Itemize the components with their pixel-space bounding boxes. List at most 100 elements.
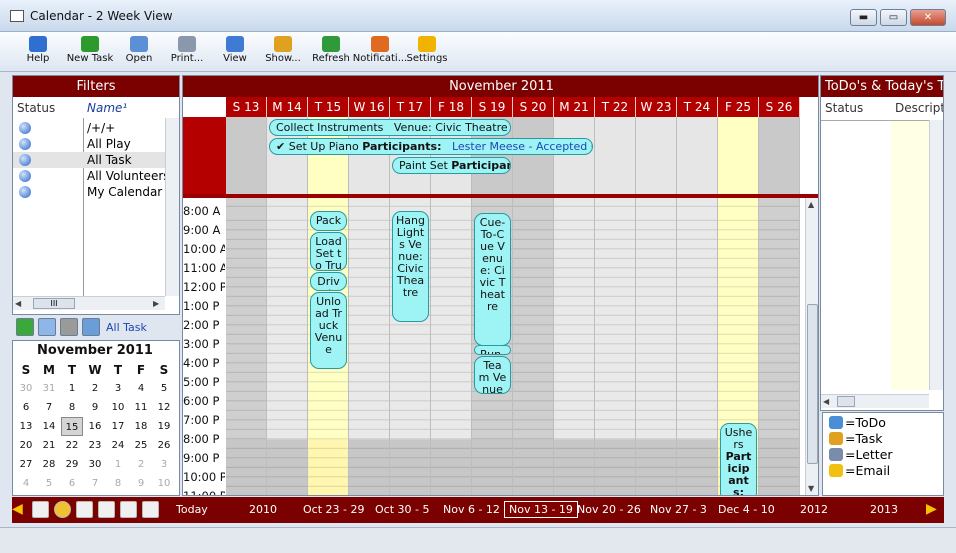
day-header[interactable]: M 14 bbox=[267, 97, 308, 117]
mini-calendar-day[interactable]: 14 bbox=[38, 417, 60, 436]
mini-calendar-day[interactable]: 26 bbox=[153, 436, 175, 455]
timed-event[interactable]: Drive to Venue bbox=[310, 272, 347, 292]
mini-calendar-day[interactable]: 5 bbox=[153, 379, 175, 398]
timed-event[interactable]: Team Venue bbox=[474, 355, 511, 394]
allday-cell[interactable] bbox=[513, 117, 554, 194]
mini-calendar-day[interactable]: 22 bbox=[61, 436, 83, 455]
day-header[interactable]: F 25 bbox=[718, 97, 759, 117]
todo-status-column-header[interactable]: Status bbox=[825, 98, 863, 118]
nav-day-view-icon[interactable] bbox=[76, 501, 93, 518]
mini-calendar-day[interactable]: 8 bbox=[61, 398, 83, 417]
nav-week-view-icon[interactable] bbox=[120, 501, 137, 518]
todo-vscroll[interactable] bbox=[929, 120, 943, 390]
day-header[interactable]: S 13 bbox=[226, 97, 267, 117]
day-column[interactable] bbox=[759, 198, 800, 495]
day-header[interactable]: W 23 bbox=[636, 97, 677, 117]
mini-calendar-day[interactable]: 29 bbox=[61, 455, 83, 474]
close-button[interactable]: ✕ bbox=[910, 9, 946, 26]
mini-calendar-day[interactable]: 15 bbox=[61, 417, 83, 436]
search-filter-button[interactable] bbox=[38, 318, 56, 336]
mini-calendar-day[interactable]: 10 bbox=[153, 474, 175, 493]
nav-download-icon[interactable] bbox=[32, 501, 49, 518]
scroll-up-arrow-icon[interactable]: ▲ bbox=[808, 200, 814, 209]
timed-event[interactable]: Run-Thru bbox=[474, 345, 511, 355]
day-header[interactable]: S 19 bbox=[472, 97, 513, 117]
hscroll-thumb[interactable]: III bbox=[33, 298, 75, 309]
mini-calendar-day[interactable]: 30 bbox=[84, 455, 106, 474]
toolbar-button-settings[interactable]: Settings bbox=[397, 34, 457, 64]
allday-event[interactable]: ✔ Set Up Piano Participants: Lester Mees… bbox=[269, 138, 593, 155]
day-column[interactable] bbox=[513, 198, 554, 495]
day-header[interactable]: T 22 bbox=[595, 97, 636, 117]
mini-calendar-day[interactable]: 12 bbox=[153, 398, 175, 417]
day-column[interactable] bbox=[554, 198, 595, 495]
filter-item[interactable]: All Volunteers bbox=[13, 168, 167, 184]
day-header[interactable]: M 21 bbox=[554, 97, 595, 117]
day-column[interactable] bbox=[595, 198, 636, 495]
mini-calendar-day[interactable]: 4 bbox=[130, 379, 152, 398]
filter-item[interactable]: My Calendar bbox=[13, 184, 167, 200]
scroll-left-arrow-icon[interactable]: ◀ bbox=[15, 299, 21, 308]
nav-link[interactable]: Nov 27 - 3 bbox=[650, 503, 707, 516]
day-column[interactable] bbox=[636, 198, 677, 495]
nav-link[interactable]: Nov 20 - 26 bbox=[577, 503, 641, 516]
mini-calendar-day[interactable]: 1 bbox=[61, 379, 83, 398]
allday-cell[interactable] bbox=[554, 117, 595, 194]
calendar-vscroll-thumb[interactable] bbox=[807, 304, 818, 464]
toolbar-button-help[interactable]: Help bbox=[8, 34, 68, 64]
remove-filter-button[interactable] bbox=[60, 318, 78, 336]
mini-calendar-day[interactable]: 7 bbox=[38, 398, 60, 417]
add-filter-button[interactable] bbox=[16, 318, 34, 336]
nav-link[interactable]: Dec 4 - 10 bbox=[718, 503, 775, 516]
timed-event[interactable]: Pack bbox=[310, 211, 347, 232]
nav-link[interactable]: 2010 bbox=[249, 503, 277, 516]
filters-hscroll[interactable]: ◀ III ▶ bbox=[13, 296, 165, 310]
minimize-button[interactable]: ▬ bbox=[850, 9, 877, 26]
nav-link[interactable]: Nov 13 - 19 bbox=[504, 501, 578, 518]
allday-cell[interactable] bbox=[759, 117, 800, 194]
mini-calendar-day[interactable]: 18 bbox=[130, 417, 152, 436]
name-column-header[interactable]: Name¹ bbox=[87, 98, 127, 118]
mini-calendar-day[interactable]: 10 bbox=[107, 398, 129, 417]
timed-event[interactable]: Ushers Participants: bbox=[720, 423, 757, 495]
mini-calendar-day[interactable]: 31 bbox=[38, 379, 60, 398]
nav-month-view-icon[interactable] bbox=[142, 501, 159, 518]
allday-cell[interactable] bbox=[677, 117, 718, 194]
filter-item[interactable]: All Task bbox=[13, 152, 167, 168]
allday-cell[interactable] bbox=[595, 117, 636, 194]
filter-options-button[interactable] bbox=[82, 318, 100, 336]
filter-item[interactable]: /+/+ bbox=[13, 120, 167, 136]
nav-link[interactable]: 2012 bbox=[800, 503, 828, 516]
mini-calendar-day[interactable]: 9 bbox=[130, 474, 152, 493]
allday-cell[interactable] bbox=[226, 117, 267, 194]
maximize-button[interactable]: ▭ bbox=[880, 9, 907, 26]
mini-calendar-day[interactable]: 11 bbox=[130, 398, 152, 417]
mini-calendar-day[interactable]: 17 bbox=[107, 417, 129, 436]
nav-next-arrow-icon[interactable]: ▶ bbox=[926, 501, 937, 517]
day-column[interactable] bbox=[431, 198, 472, 495]
day-header[interactable]: T 17 bbox=[390, 97, 431, 117]
mini-calendar-day[interactable]: 25 bbox=[130, 436, 152, 455]
mini-calendar-day[interactable]: 16 bbox=[84, 417, 106, 436]
mini-calendar-day[interactable]: 28 bbox=[38, 455, 60, 474]
nav-text-view-icon[interactable] bbox=[98, 501, 115, 518]
status-column-header[interactable]: Status bbox=[17, 98, 55, 118]
day-header[interactable]: S 26 bbox=[759, 97, 800, 117]
nav-link[interactable]: Oct 30 - 5 bbox=[375, 503, 429, 516]
day-column[interactable] bbox=[226, 198, 267, 495]
mini-calendar-day[interactable]: 4 bbox=[15, 474, 37, 493]
timed-event[interactable]: Cue-To-Cue Venue: Civic Theatre bbox=[474, 213, 511, 347]
mini-calendar-day[interactable]: 24 bbox=[107, 436, 129, 455]
mini-calendar-day[interactable]: 27 bbox=[15, 455, 37, 474]
todo-hscroll[interactable]: ◀ bbox=[821, 394, 929, 408]
scroll-right-arrow-icon[interactable]: ▶ bbox=[153, 299, 159, 308]
day-header[interactable]: T 24 bbox=[677, 97, 718, 117]
mini-calendar-day[interactable]: 5 bbox=[38, 474, 60, 493]
day-column[interactable] bbox=[677, 198, 718, 495]
nav-prev-arrow-icon[interactable]: ◀ bbox=[12, 501, 23, 517]
mini-calendar-day[interactable]: 30 bbox=[15, 379, 37, 398]
mini-calendar-day[interactable]: 23 bbox=[84, 436, 106, 455]
filters-vscroll[interactable] bbox=[165, 118, 179, 296]
day-header[interactable]: S 20 bbox=[513, 97, 554, 117]
mini-calendar-day[interactable]: 1 bbox=[107, 455, 129, 474]
